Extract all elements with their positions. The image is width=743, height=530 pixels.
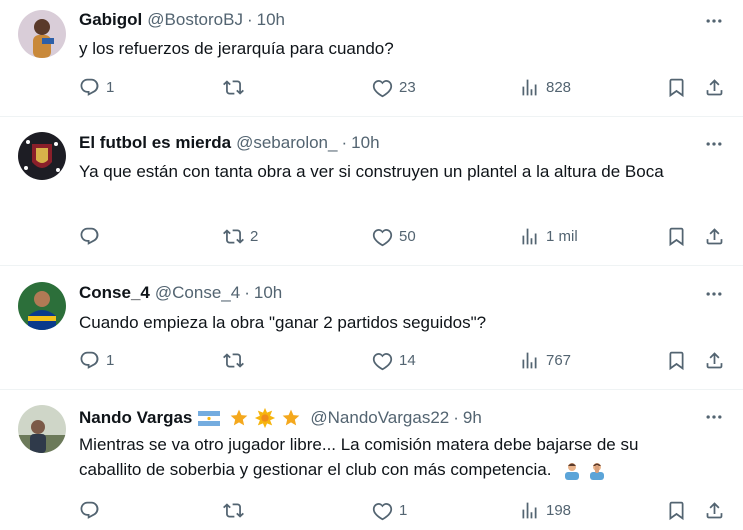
author-name[interactable]: Conse_4 <box>79 283 150 303</box>
star-icon <box>283 409 300 426</box>
reply-icon <box>79 77 100 98</box>
tweet[interactable]: Gabigol @BostoroBJ · 10h y los refuerzos… <box>0 0 743 117</box>
author-name[interactable]: Gabigol <box>79 10 142 30</box>
retweet-icon <box>223 226 244 247</box>
tweet-text: Ya que están con tanta obra a ver si con… <box>79 162 664 181</box>
share-icon <box>704 77 725 98</box>
avatar[interactable] <box>18 405 66 453</box>
like-button[interactable]: 14 <box>372 350 416 371</box>
author-handle[interactable]: @Conse_4 <box>155 283 240 303</box>
retweet-button[interactable] <box>223 77 244 98</box>
avatar[interactable] <box>18 132 66 180</box>
views-button[interactable]: 767 <box>519 350 571 371</box>
reply-count: 1 <box>106 79 115 96</box>
share-button[interactable] <box>704 500 725 521</box>
views-button[interactable]: 1 mil <box>519 226 578 247</box>
timestamp[interactable]: 9h <box>463 408 482 428</box>
views-icon <box>519 226 540 247</box>
separator-dot: · <box>453 408 459 427</box>
like-count: 50 <box>399 228 416 245</box>
like-button[interactable]: 1 <box>372 500 407 521</box>
timestamp[interactable]: 10h <box>351 133 379 153</box>
argentina-flag-icon <box>198 410 221 426</box>
avatar[interactable] <box>18 282 66 330</box>
heart-icon <box>372 500 393 521</box>
views-button[interactable]: 828 <box>519 77 571 98</box>
tweet-text: Mientras se va otro jugador libre... La … <box>79 435 639 479</box>
separator-dot: · <box>341 133 348 152</box>
more-icon[interactable] <box>703 11 725 31</box>
tweet[interactable]: Conse_4 @Conse_4 · 10h Cuando empieza la… <box>0 266 743 390</box>
like-button[interactable]: 50 <box>372 226 416 247</box>
heart-icon <box>372 350 393 371</box>
retweet-button[interactable] <box>223 500 244 521</box>
like-count: 1 <box>399 502 408 519</box>
reply-button[interactable] <box>79 500 100 521</box>
retweet-icon <box>223 500 244 521</box>
facepalm-emoji-icon <box>589 462 604 480</box>
person-emoji-icon <box>565 462 580 480</box>
like-count: 14 <box>399 352 416 369</box>
author-name[interactable]: Nando Vargas <box>79 408 192 428</box>
like-button[interactable]: 23 <box>372 77 416 98</box>
separator-dot: · <box>246 10 253 29</box>
share-icon <box>704 226 725 247</box>
tweet-text: y los refuerzos de jerarquía para cuando… <box>79 39 394 58</box>
views-count: 767 <box>546 352 572 369</box>
author-handle[interactable]: @sebarolon_ <box>236 133 337 153</box>
tweet[interactable]: Nando Vargas @NandoVargas22 · 9h Mientra… <box>0 390 743 530</box>
sun-star-icon <box>255 407 276 429</box>
share-icon <box>704 500 725 521</box>
share-button[interactable] <box>704 226 725 247</box>
share-button[interactable] <box>704 77 725 98</box>
author-handle[interactable]: @NandoVargas22 <box>310 408 449 428</box>
heart-icon <box>372 77 393 98</box>
retweet-count: 2 <box>250 228 259 245</box>
bookmark-button[interactable] <box>666 226 687 247</box>
bookmark-icon <box>666 500 687 521</box>
more-icon[interactable] <box>703 407 725 427</box>
heart-icon <box>372 226 393 247</box>
tweet-text: Cuando empieza la obra "ganar 2 partidos… <box>79 313 487 332</box>
more-icon[interactable] <box>703 134 725 154</box>
more-icon[interactable] <box>703 284 725 304</box>
retweet-icon <box>223 350 244 371</box>
reply-icon <box>79 500 100 521</box>
like-count: 23 <box>399 79 416 96</box>
share-icon <box>704 350 725 371</box>
share-button[interactable] <box>704 350 725 371</box>
reply-icon <box>79 350 100 371</box>
views-count: 198 <box>546 502 572 519</box>
reply-button[interactable]: 1 <box>79 350 114 371</box>
author-handle[interactable]: @BostoroBJ <box>147 10 243 30</box>
timestamp[interactable]: 10h <box>257 10 285 30</box>
reply-count: 1 <box>106 352 115 369</box>
retweet-button[interactable] <box>223 350 244 371</box>
reply-icon <box>79 226 100 247</box>
reply-button[interactable] <box>79 226 100 247</box>
views-count: 828 <box>546 79 572 96</box>
reply-button[interactable]: 1 <box>79 77 114 98</box>
bookmark-icon <box>666 226 687 247</box>
avatar[interactable] <box>18 10 66 58</box>
timestamp[interactable]: 10h <box>254 283 282 303</box>
tweet[interactable]: El futbol es mierda @sebarolon_ · 10h Ya… <box>0 117 743 266</box>
bookmark-button[interactable] <box>666 350 687 371</box>
views-count: 1 mil <box>546 228 578 245</box>
tweet-body: Mientras se va otro jugador libre... La … <box>79 432 703 482</box>
author-name[interactable]: El futbol es mierda <box>79 133 231 153</box>
bookmark-icon <box>666 77 687 98</box>
views-icon <box>519 500 540 521</box>
bookmark-button[interactable] <box>666 77 687 98</box>
retweet-icon <box>223 77 244 98</box>
views-icon <box>519 77 540 98</box>
star-icon <box>231 409 248 426</box>
retweet-button[interactable]: 2 <box>223 226 258 247</box>
views-button[interactable]: 198 <box>519 500 571 521</box>
separator-dot: · <box>244 283 250 302</box>
bookmark-icon <box>666 350 687 371</box>
bookmark-button[interactable] <box>666 500 687 521</box>
views-icon <box>519 350 540 371</box>
